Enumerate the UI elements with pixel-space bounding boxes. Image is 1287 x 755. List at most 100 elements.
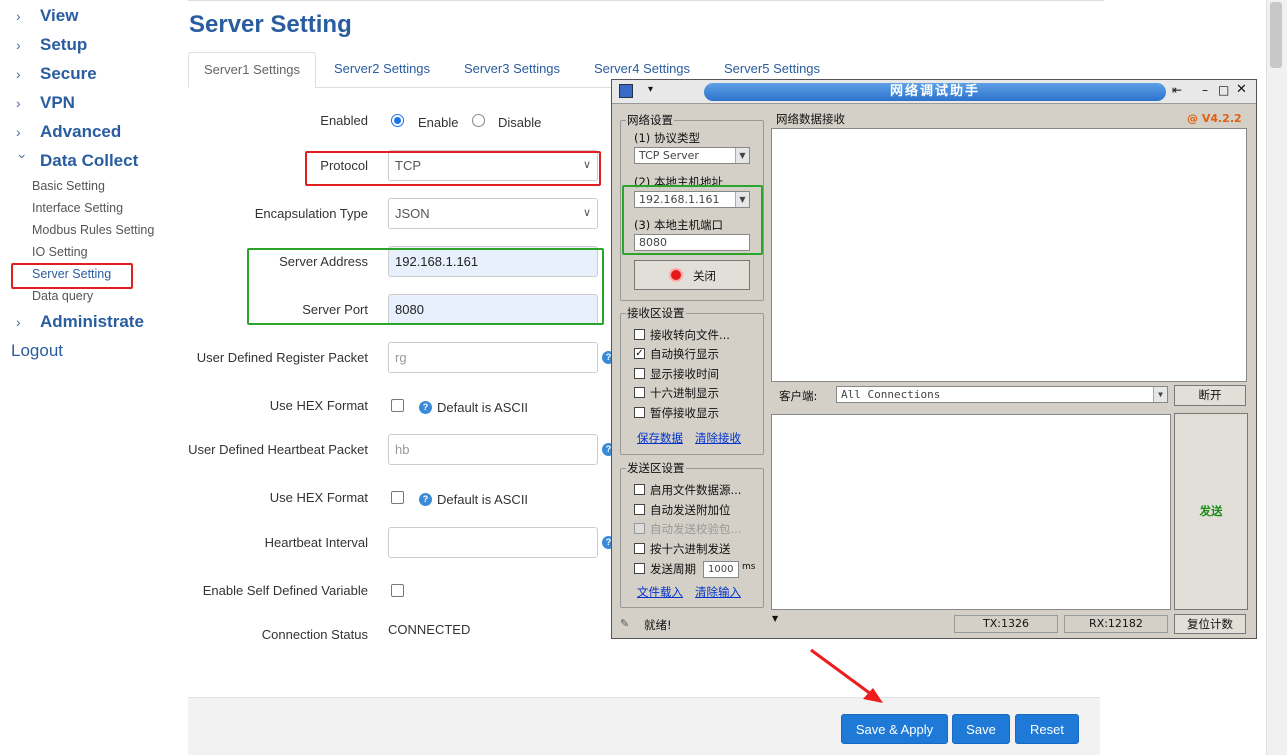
close-icon[interactable]: ✕: [1236, 82, 1247, 97]
recv-opt-3: 显示接收时间: [650, 367, 719, 381]
client-value: All Connections: [841, 388, 941, 401]
recv-opt-2: 自动换行显示: [650, 347, 719, 361]
pause-display-checkbox[interactable]: [634, 407, 645, 418]
sidebar-item-data-query[interactable]: Data query: [32, 289, 93, 303]
clear-input-link[interactable]: 清除输入: [695, 584, 741, 600]
sidebar-item-modbus-rules[interactable]: Modbus Rules Setting: [32, 223, 154, 237]
network-tool-window: ▾ 网络调试助手 ⇤ – □ ✕ 网络设置 (1) 协议类型 TCP Serve…: [611, 79, 1257, 639]
title-bar: ▾ 网络调试助手 ⇤ – □ ✕: [612, 80, 1256, 104]
enable-radio[interactable]: [391, 114, 404, 127]
red-dot-icon: [669, 268, 683, 282]
red-arrow-annotation: [810, 648, 883, 703]
file-source-checkbox[interactable]: [634, 484, 645, 495]
save-data-link[interactable]: 保存数据: [637, 430, 683, 446]
send-period-checkbox[interactable]: [634, 563, 645, 574]
client-label: 客户端:: [779, 389, 818, 403]
status-icon: ✎: [620, 617, 630, 630]
send-button[interactable]: 发送: [1174, 413, 1248, 610]
checksum-checkbox[interactable]: [634, 523, 645, 534]
green-highlight-box: [622, 185, 763, 255]
menu-dropdown-icon[interactable]: ▾: [648, 84, 653, 95]
hex-send-checkbox[interactable]: [634, 543, 645, 554]
auto-wrap-checkbox[interactable]: ✓: [634, 348, 645, 359]
chevron-down-icon: ▼: [735, 148, 749, 163]
encapsulation-value: JSON: [395, 206, 430, 221]
show-time-checkbox[interactable]: [634, 368, 645, 379]
minimize-icon[interactable]: –: [1202, 83, 1208, 97]
append-bit-checkbox[interactable]: [634, 504, 645, 515]
save-apply-button[interactable]: Save & Apply: [841, 714, 948, 744]
load-file-link[interactable]: 文件载入: [637, 584, 683, 600]
heartbeat-packet-input[interactable]: hb: [388, 434, 598, 465]
app-icon[interactable]: [619, 84, 633, 98]
nav-administrate-label: Administrate: [40, 312, 144, 331]
scrollbar-thumb[interactable]: [1270, 2, 1282, 68]
tab-server2[interactable]: Server2 Settings: [318, 52, 446, 88]
enabled-label: Enabled: [320, 113, 368, 128]
send-opt-2: 自动发送附加位: [650, 503, 731, 517]
proto-type-select[interactable]: TCP Server ▼: [634, 147, 750, 164]
logout-link[interactable]: Logout: [11, 341, 63, 361]
recv-opt-1: 接收转向文件...: [650, 328, 730, 342]
hex-format-checkbox-2[interactable]: [391, 491, 404, 504]
chevron-right-icon: ›: [16, 37, 21, 53]
net-settings-title: 网络设置: [626, 112, 674, 128]
maximize-icon[interactable]: □: [1218, 83, 1229, 97]
recv-data-label: 网络数据接收: [776, 112, 845, 126]
hex-format-label-1: Use HEX Format: [269, 398, 368, 413]
clear-recv-link[interactable]: 清除接收: [695, 430, 741, 446]
encapsulation-label: Encapsulation Type: [254, 206, 368, 221]
send-period-input[interactable]: 1000: [703, 561, 739, 578]
top-divider: [188, 0, 1104, 1]
connection-status-label: Connection Status: [261, 627, 368, 642]
save-button[interactable]: Save: [952, 714, 1010, 744]
reset-button[interactable]: Reset: [1015, 714, 1079, 744]
recv-to-file-checkbox[interactable]: [634, 329, 645, 340]
nav-secure-label: Secure: [40, 64, 97, 83]
send-data-pane[interactable]: [771, 414, 1171, 610]
chevron-right-icon: ›: [16, 124, 21, 140]
recv-data-pane[interactable]: [771, 128, 1247, 382]
nav-data-collect-label: Data Collect: [40, 151, 139, 170]
sidebar-item-io-setting[interactable]: IO Setting: [32, 245, 88, 259]
self-variable-label: Enable Self Defined Variable: [202, 583, 368, 598]
recv-opt-4: 十六进制显示: [650, 386, 719, 400]
sidebar-item-basic-setting[interactable]: Basic Setting: [32, 179, 105, 193]
nav-advanced[interactable]: › Advanced: [16, 122, 121, 142]
hex-display-checkbox[interactable]: [634, 387, 645, 398]
tab-server3[interactable]: Server3 Settings: [448, 52, 576, 88]
chevron-right-icon: ›: [16, 8, 21, 24]
disable-radio[interactable]: [472, 114, 485, 127]
disconnect-button[interactable]: 断开: [1174, 385, 1246, 406]
nav-data-collect[interactable]: › Data Collect: [15, 151, 139, 171]
hex-format-checkbox-1[interactable]: [391, 399, 404, 412]
send-opt-5: 发送周期: [650, 562, 696, 576]
heartbeat-interval-input[interactable]: [388, 527, 598, 558]
disable-label: Disable: [498, 115, 542, 130]
nav-setup[interactable]: › Setup: [16, 35, 87, 55]
window-title: 网络调试助手: [704, 83, 1166, 101]
page-scrollbar[interactable]: [1266, 0, 1287, 755]
reset-count-button[interactable]: 复位计数: [1174, 614, 1246, 634]
nav-view[interactable]: › View: [16, 6, 78, 26]
sidebar-item-interface-setting[interactable]: Interface Setting: [32, 201, 123, 215]
self-variable-checkbox[interactable]: [391, 584, 404, 597]
chevron-down-icon: ▼: [1153, 387, 1167, 402]
pin-icon[interactable]: ⇤: [1172, 83, 1182, 97]
nav-secure[interactable]: › Secure: [16, 64, 97, 84]
nav-vpn[interactable]: › VPN: [16, 93, 75, 113]
help-icon[interactable]: ?: [419, 401, 432, 414]
triangle-down-icon: ▼: [772, 614, 779, 623]
nav-administrate[interactable]: › Administrate: [16, 312, 144, 332]
send-settings-title: 发送区设置: [626, 460, 686, 476]
hex-format-hint-2: Default is ASCII: [437, 492, 529, 507]
version-label: @ V4.2.2: [1187, 112, 1242, 125]
register-packet-input[interactable]: rg: [388, 342, 598, 373]
client-select[interactable]: All Connections ▼: [836, 386, 1168, 403]
help-icon[interactable]: ?: [419, 493, 432, 506]
close-connection-button[interactable]: 关闭: [634, 260, 750, 290]
red-highlight-box: [305, 151, 601, 186]
tab-server1[interactable]: Server1 Settings: [188, 52, 316, 88]
encapsulation-select[interactable]: JSON ∨: [388, 198, 598, 229]
red-highlight-box: [11, 263, 133, 289]
